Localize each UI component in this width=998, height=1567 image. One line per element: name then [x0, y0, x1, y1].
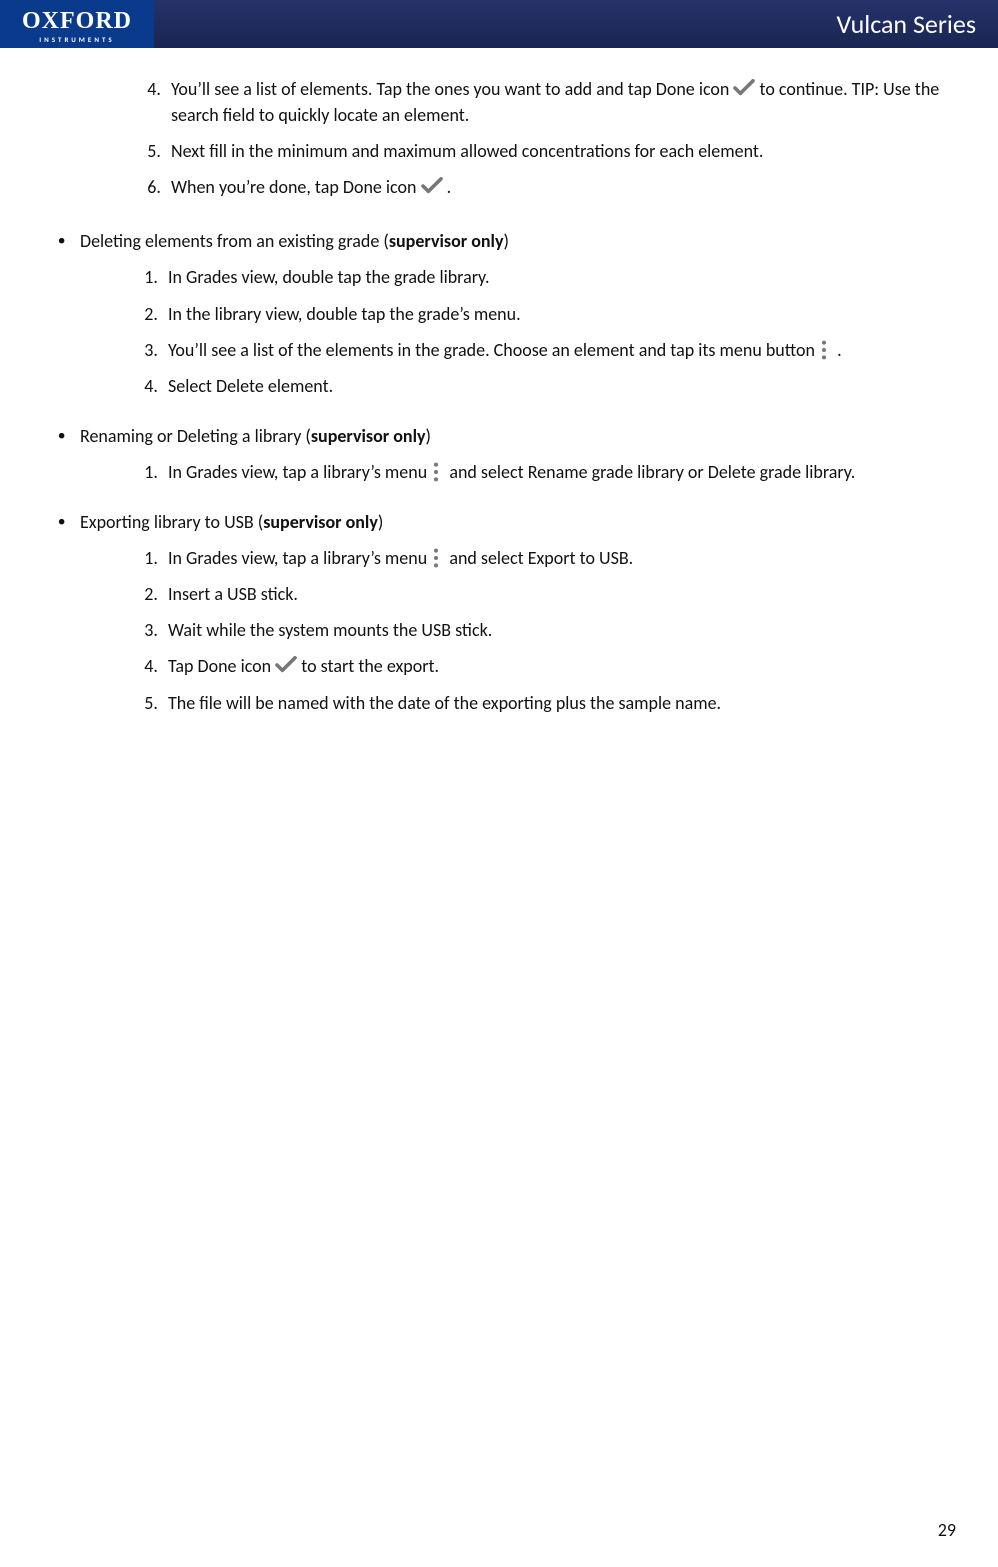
step-item: In Grades view, tap a library’s menu and… — [162, 545, 948, 571]
step-text: to start the export. — [297, 655, 439, 677]
continued-steps-list: You’ll see a list of elements. Tap the o… — [50, 76, 948, 200]
step-item: Next fill in the minimum and maximum all… — [165, 138, 948, 164]
step-item: You’ll see a list of elements. Tap the o… — [165, 76, 948, 128]
logo-sub-text: INSTRUMENTS — [0, 35, 154, 44]
section-heading: Exporting library to USB (supervisor onl… — [80, 509, 948, 535]
step-text: Insert a USB stick. — [168, 583, 298, 605]
page-number: 29 — [938, 1519, 956, 1541]
section-title: Renaming or Deleting a library ( — [80, 425, 311, 447]
section-heading: Renaming or Deleting a library (supervis… — [80, 423, 948, 449]
step-item: In the library view, double tap the grad… — [162, 301, 948, 327]
step-item: You’ll see a list of the elements in the… — [162, 337, 948, 363]
step-text: . — [833, 339, 842, 361]
section-title-end: ) — [426, 425, 431, 447]
step-text: . — [443, 176, 452, 198]
kebab-menu-icon — [431, 461, 445, 483]
done-icon — [421, 176, 443, 194]
step-item: Insert a USB stick. — [162, 581, 948, 607]
step-text: Wait while the system mounts the USB sti… — [168, 619, 492, 641]
step-text: When you’re done, tap Done icon — [171, 176, 421, 198]
document-series-title: Vulcan Series — [836, 8, 976, 40]
step-text: In Grades view, tap a library’s menu — [168, 547, 431, 569]
section-item: Renaming or Deleting a library (supervis… — [80, 423, 948, 485]
step-item: The file will be named with the date of … — [162, 690, 948, 716]
step-item: In Grades view, tap a library’s menu and… — [162, 459, 948, 485]
step-item: When you’re done, tap Done icon . — [165, 174, 948, 200]
step-item: Tap Done icon to start the export. — [162, 653, 948, 679]
role-restriction: supervisor only — [389, 230, 504, 252]
section-heading: Deleting elements from an existing grade… — [80, 228, 948, 254]
step-text: You’ll see a list of the elements in the… — [168, 339, 819, 361]
document-body: You’ll see a list of elements. Tap the o… — [0, 48, 998, 716]
section-item: Exporting library to USB (supervisor onl… — [80, 509, 948, 716]
done-icon — [733, 78, 755, 96]
step-item: In Grades view, double tap the grade lib… — [162, 264, 948, 290]
sections-list: Deleting elements from an existing grade… — [50, 228, 948, 715]
section-item: Deleting elements from an existing grade… — [80, 228, 948, 398]
step-text: You’ll see a list of elements. Tap the o… — [171, 78, 733, 100]
section-steps: In Grades view, tap a library’s menu and… — [80, 545, 948, 715]
step-text: and select Export to USB. — [445, 547, 633, 569]
step-text: Select Delete element. — [168, 375, 333, 397]
step-text: In Grades view, double tap the grade lib… — [168, 266, 490, 288]
brand-logo: OXFORD INSTRUMENTS — [0, 0, 154, 48]
step-text: In Grades view, tap a library’s menu — [168, 461, 431, 483]
page: OXFORD INSTRUMENTS Vulcan Series You’ll … — [0, 0, 998, 1567]
step-item: Wait while the system mounts the USB sti… — [162, 617, 948, 643]
kebab-menu-icon — [819, 339, 833, 361]
logo-main-text: OXFORD — [22, 9, 132, 33]
section-title: Exporting library to USB ( — [80, 511, 263, 533]
step-text: Next fill in the minimum and maximum all… — [171, 140, 763, 162]
section-title: Deleting elements from an existing grade… — [80, 230, 389, 252]
step-text: Tap Done icon — [168, 655, 275, 677]
section-title-end: ) — [378, 511, 383, 533]
done-icon — [275, 655, 297, 673]
step-text: The file will be named with the date of … — [168, 692, 721, 714]
role-restriction: supervisor only — [263, 511, 378, 533]
role-restriction: supervisor only — [311, 425, 426, 447]
kebab-menu-icon — [431, 547, 445, 569]
document-header: OXFORD INSTRUMENTS Vulcan Series — [0, 0, 998, 48]
step-text: In the library view, double tap the grad… — [168, 303, 521, 325]
step-item: Select Delete element. — [162, 373, 948, 399]
section-title-end: ) — [504, 230, 509, 252]
step-text: and select Rename grade library or Delet… — [445, 461, 855, 483]
section-steps: In Grades view, tap a library’s menu and… — [80, 459, 948, 485]
section-steps: In Grades view, double tap the grade lib… — [80, 264, 948, 398]
